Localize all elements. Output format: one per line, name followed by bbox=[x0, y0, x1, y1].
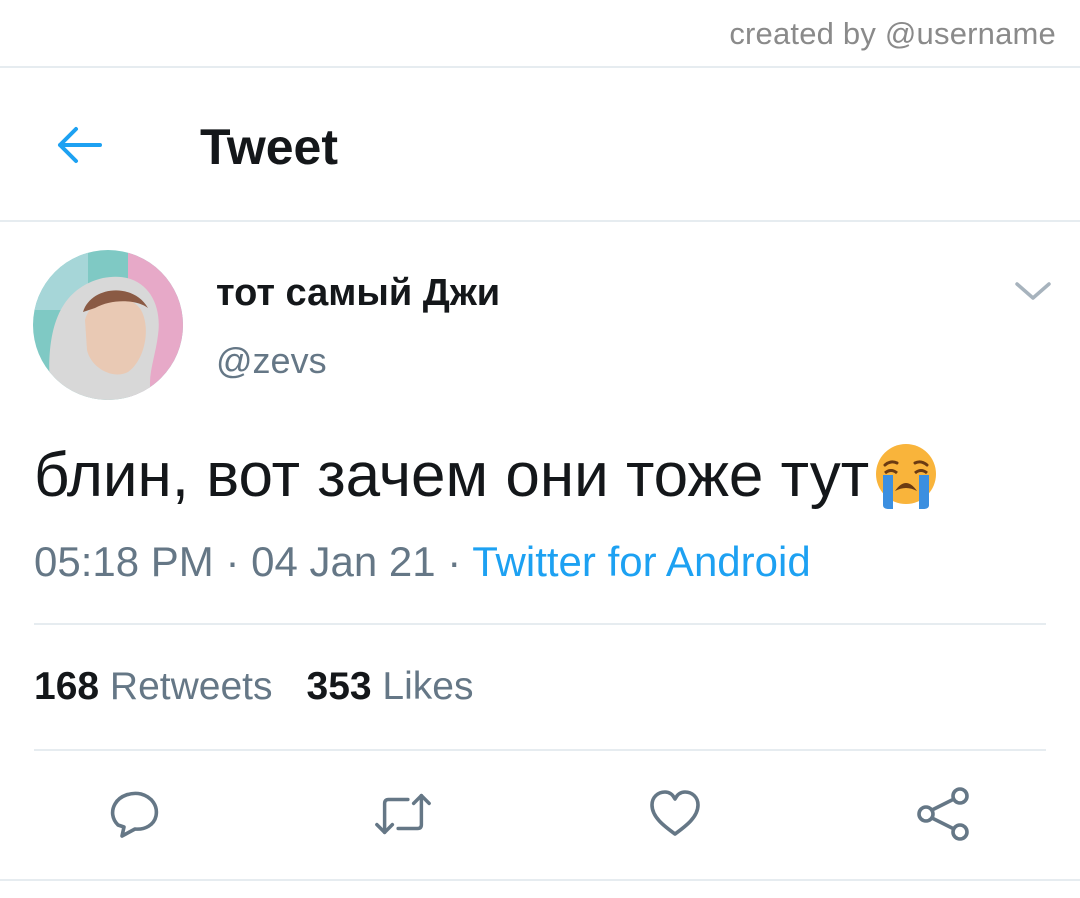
tweet-stats: 168 Retweets 353 Likes bbox=[34, 665, 473, 709]
meta-separator: · bbox=[447, 538, 462, 585]
reply-icon bbox=[110, 791, 159, 838]
divider bbox=[0, 220, 1080, 222]
avatar-image bbox=[33, 250, 183, 400]
share-icon bbox=[917, 787, 969, 841]
retweet-button[interactable] bbox=[373, 786, 433, 842]
avatar[interactable] bbox=[33, 250, 183, 400]
tweet-detail-screen: created by @username Tweet тот самый Джи… bbox=[0, 0, 1080, 898]
retweets-stat[interactable]: 168 Retweets bbox=[34, 665, 273, 709]
divider bbox=[34, 623, 1046, 625]
retweets-count: 168 bbox=[34, 665, 100, 708]
like-button[interactable] bbox=[645, 786, 705, 842]
heart-icon bbox=[650, 790, 700, 836]
tweet-date: 04 Jan 21 bbox=[251, 538, 436, 585]
watermark-credit: created by @username bbox=[729, 16, 1056, 51]
divider bbox=[34, 749, 1046, 751]
reply-button[interactable] bbox=[105, 786, 165, 842]
author-handle[interactable]: @zevs bbox=[216, 340, 327, 382]
meta-separator: · bbox=[225, 538, 240, 585]
retweet-icon bbox=[375, 793, 431, 835]
arrow-left-icon bbox=[58, 127, 102, 163]
loudly-crying-face-emoji bbox=[876, 443, 937, 509]
author-display-name[interactable]: тот самый Джи bbox=[216, 272, 500, 315]
tweet-meta: 05:18 PM · 04 Jan 21 · Twitter for Andro… bbox=[34, 538, 811, 586]
back-button[interactable] bbox=[52, 120, 106, 170]
page-title: Tweet bbox=[200, 119, 338, 175]
retweets-label: Retweets bbox=[109, 665, 273, 708]
share-button[interactable] bbox=[914, 786, 974, 842]
tweet-time: 05:18 PM bbox=[34, 538, 214, 585]
tweet-source-link[interactable]: Twitter for Android bbox=[472, 538, 810, 585]
likes-stat[interactable]: 353 Likes bbox=[307, 665, 474, 709]
chevron-down-icon bbox=[1015, 282, 1051, 300]
divider bbox=[0, 66, 1080, 68]
divider bbox=[0, 879, 1080, 881]
likes-count: 353 bbox=[306, 665, 372, 708]
tweet-text: блин, вот зачем они тоже тут bbox=[34, 441, 870, 510]
likes-label: Likes bbox=[382, 665, 474, 708]
tweet-body: блин, вот зачем они тоже тут bbox=[34, 440, 941, 511]
tweet-menu-button[interactable] bbox=[1013, 280, 1053, 304]
